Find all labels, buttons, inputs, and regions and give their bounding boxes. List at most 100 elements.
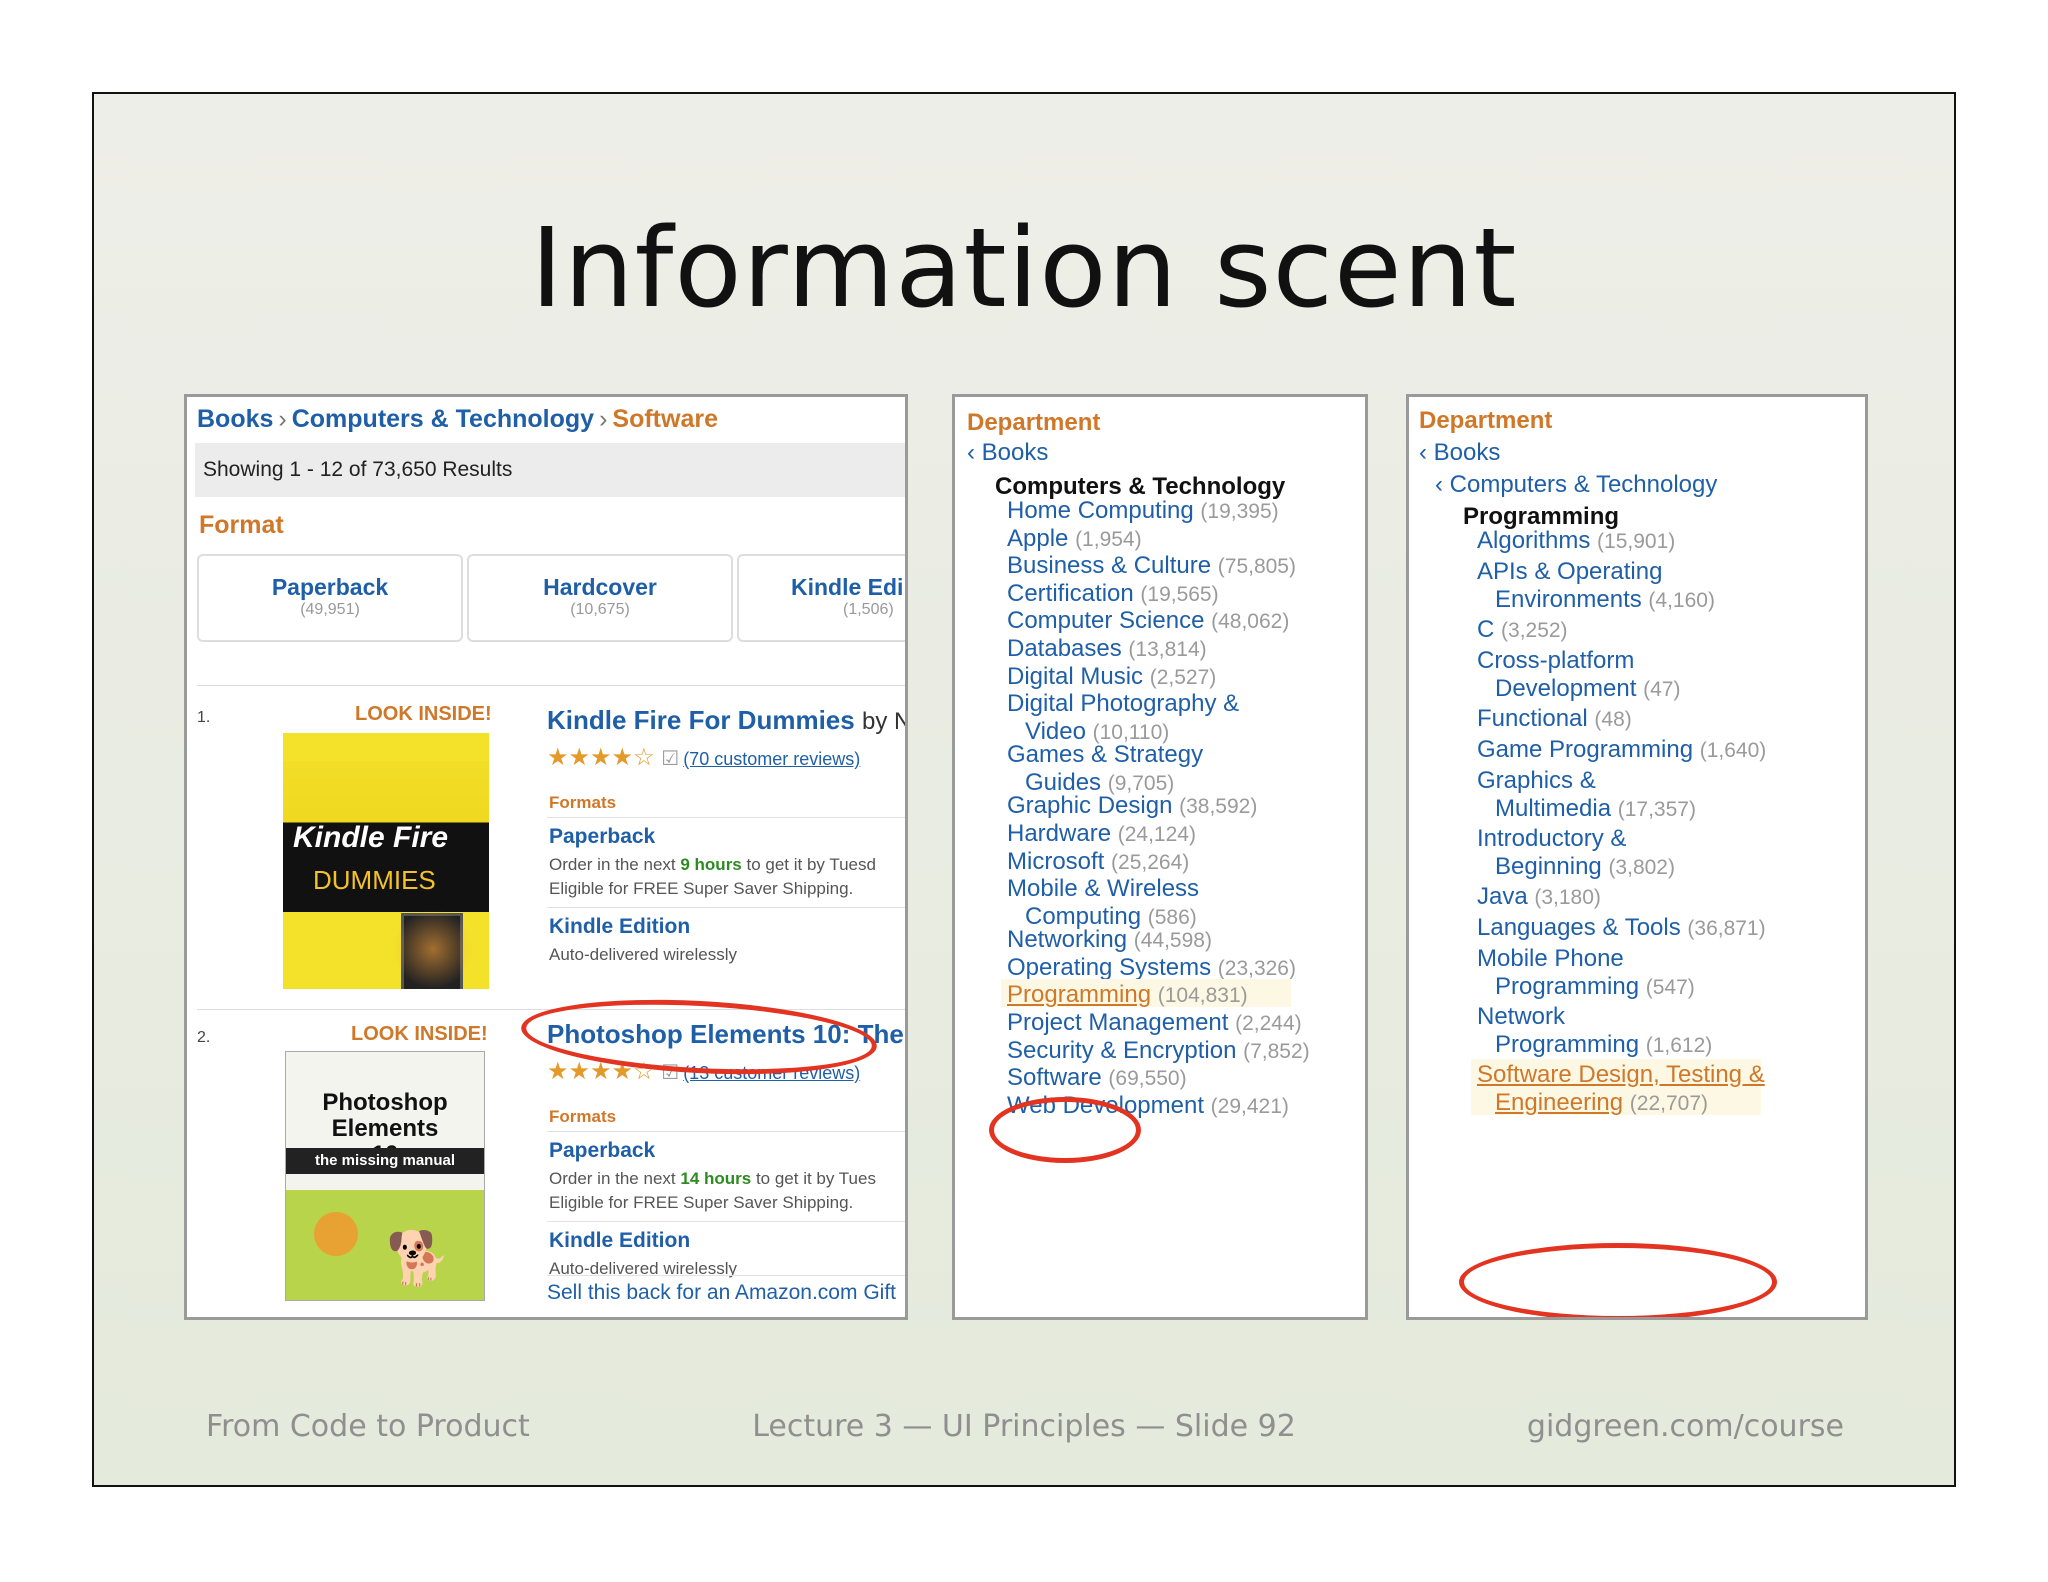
category-count: (44,598): [1133, 929, 1212, 953]
look-inside-badge[interactable]: LOOK INSIDE!: [351, 1023, 488, 1046]
category-item[interactable]: Graphics & Multimedia (17,357): [1477, 767, 1696, 824]
category-item[interactable]: Digital Music (2,527): [1007, 663, 1216, 692]
format-label: Paperback: [271, 574, 389, 600]
format-paperback[interactable]: Paperback (49,951): [197, 554, 463, 642]
category-count: (13,814): [1128, 638, 1207, 661]
category-count: (24,124): [1117, 822, 1196, 846]
category-count: (29,421): [1210, 1094, 1289, 1118]
category-count: (23,326): [1217, 956, 1296, 980]
format-count: (10,675): [570, 601, 630, 618]
paperback-link-2[interactable]: Paperback: [549, 1139, 655, 1163]
category-label: Certification: [1007, 579, 1134, 607]
category-label: Cross-platform: [1477, 647, 1635, 675]
breadcrumb-software: Software: [612, 405, 718, 433]
category-item[interactable]: Home Computing (19,395): [1007, 497, 1279, 526]
result-number: 2.: [197, 1029, 211, 1046]
rating-stars-1[interactable]: ★★★★☆ ☑ (70 customer reviews): [547, 743, 860, 772]
category-item[interactable]: Apple (1,954): [1007, 525, 1142, 554]
divider: [197, 685, 905, 686]
category-label: Programming: [1495, 1030, 1640, 1058]
category-item[interactable]: Networking (44,598): [1007, 926, 1212, 955]
category-item[interactable]: Java (3,180): [1477, 883, 1601, 912]
category-item[interactable]: Cross-platform Development (47): [1477, 647, 1680, 704]
reviews-link[interactable]: (70 customer reviews): [683, 749, 860, 769]
breadcrumb-books[interactable]: Books: [197, 405, 273, 433]
highlight-ring: [1459, 1243, 1777, 1317]
category-item[interactable]: Software (69,550): [1007, 1064, 1187, 1093]
category-label: Network: [1477, 1002, 1566, 1030]
category-label: Engineering: [1495, 1088, 1624, 1116]
category-item[interactable]: Languages & Tools (36,871): [1477, 914, 1766, 943]
category-item[interactable]: Computer Science (48,062): [1007, 607, 1289, 636]
category-count: (38,592): [1179, 795, 1258, 819]
product-title-1[interactable]: Kindle Fire For Dummies by N: [547, 705, 905, 736]
category-label: Functional: [1477, 704, 1588, 732]
category-label: Software Design, Testing &: [1477, 1060, 1765, 1088]
kindle-edition-link-1[interactable]: Kindle Edition: [549, 915, 690, 939]
category-item[interactable]: Mobile Phone Programming (547): [1477, 945, 1695, 1002]
category-count: (1,612): [1645, 1033, 1713, 1057]
footer-url: gidgreen.com/course: [1526, 1409, 1844, 1444]
category-label: Digital Photography &: [1007, 690, 1240, 718]
category-count: (36,871): [1687, 916, 1766, 940]
category-item[interactable]: Project Management (2,244): [1007, 1009, 1302, 1038]
category-item[interactable]: Certification (19,565): [1007, 580, 1219, 609]
kindle-edition-link-2[interactable]: Kindle Edition: [549, 1229, 690, 1253]
category-count: (104,831): [1157, 984, 1248, 1008]
department-heading: Department: [1419, 407, 1553, 434]
category-item[interactable]: Algorithms (15,901): [1477, 527, 1675, 556]
book-cover-photoshop[interactable]: Photoshop Elements 10 the missing manual…: [285, 1051, 485, 1301]
category-count: (2,244): [1235, 1011, 1302, 1035]
search-results-panel: Books › Computers & Technology › Software Sh…: [184, 394, 908, 1320]
category-count: (3,252): [1501, 618, 1568, 642]
category-label: Multimedia: [1495, 795, 1612, 823]
category-item[interactable]: Introductory & Beginning (3,802): [1477, 825, 1675, 882]
format-hardcover[interactable]: Hardcover (10,675): [467, 554, 733, 642]
category-item[interactable]: Functional (48): [1477, 705, 1632, 734]
slide-title: Information scent: [530, 204, 1518, 332]
category-item[interactable]: Databases (13,814): [1007, 635, 1207, 664]
category-item[interactable]: APIs & Operating Environments (4,160): [1477, 558, 1715, 615]
cover-title: Kindle Fire: [293, 821, 449, 854]
category-label: Graphic Design: [1007, 792, 1173, 820]
format-kindle[interactable]: Kindle Edi (1,506): [737, 554, 905, 642]
category-count: (1,640): [1699, 739, 1767, 763]
slide: Information scent Books › Computers & Tech…: [92, 92, 1956, 1487]
category-item[interactable]: Hardware (24,124): [1007, 820, 1196, 849]
category-label: Databases: [1007, 635, 1122, 662]
paperback-link-1[interactable]: Paperback: [549, 825, 655, 849]
category-item[interactable]: C (3,252): [1477, 616, 1568, 645]
category-count: (1,954): [1075, 527, 1142, 551]
category-item[interactable]: Security & Encryption (7,852): [1007, 1037, 1310, 1066]
category-item[interactable]: Digital Photography & Video (10,110): [1007, 690, 1239, 747]
category-item[interactable]: Business & Culture (75,805): [1007, 552, 1296, 581]
breadcrumb-computers[interactable]: Computers & Technology: [292, 405, 594, 433]
category-label: Operating Systems: [1007, 953, 1212, 981]
sell-back-link[interactable]: Sell this back for an Amazon.com Gift: [547, 1281, 896, 1305]
highlight-ring: [989, 1097, 1141, 1163]
category-item[interactable]: Graphic Design (38,592): [1007, 792, 1257, 821]
category-label: APIs & Operating: [1477, 558, 1663, 586]
category-label: Programming: [1007, 981, 1152, 1009]
breadcrumb: Books › Computers & Technology › Software: [197, 405, 718, 433]
category-count: (3,180): [1534, 885, 1601, 909]
result-number: 1.: [197, 709, 211, 726]
category-label: Games & Strategy: [1007, 741, 1204, 769]
category-item[interactable]: Software Design, Testing & Engineering (2…: [1477, 1061, 1765, 1118]
category-item[interactable]: Microsoft (25,264): [1007, 848, 1189, 877]
category-item[interactable]: Games & Strategy Guides (9,705): [1007, 741, 1203, 798]
back-computers-link[interactable]: ‹ Computers & Technology: [1435, 471, 1717, 499]
category-label: Networking: [1007, 926, 1128, 954]
auto-delivered-text: Auto-delivered wirelessly: [549, 945, 738, 964]
back-books-link[interactable]: ‹ Books: [1419, 439, 1500, 467]
category-item[interactable]: Network Programming (1,612): [1477, 1003, 1712, 1060]
look-inside-badge[interactable]: LOOK INSIDE!: [355, 703, 492, 726]
category-label: Languages & Tools: [1477, 913, 1681, 941]
category-label: Algorithms: [1477, 527, 1591, 554]
book-cover-kindle-fire[interactable]: Kindle Fire DUMMIES: [283, 733, 489, 989]
category-item[interactable]: Game Programming (1,640): [1477, 736, 1766, 765]
category-item[interactable]: Mobile & Wireless Computing (586): [1007, 875, 1199, 932]
back-books-link[interactable]: ‹ Books: [967, 439, 1048, 467]
category-item[interactable]: Programming (104,831): [1007, 981, 1248, 1010]
format-count: (1,506): [843, 601, 894, 618]
